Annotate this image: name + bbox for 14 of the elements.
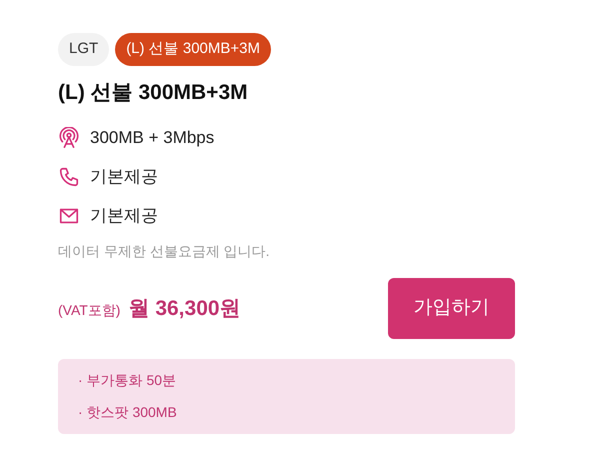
feature-text: 300MB + 3Mbps — [90, 126, 214, 149]
tag: (L) 선불 300MB+3M — [115, 33, 271, 66]
benefit-item: · 부가통화 50분 — [78, 371, 178, 390]
phone-icon — [58, 166, 80, 188]
feature-text: 기본제공 — [90, 204, 158, 227]
antenna-icon — [58, 126, 80, 148]
vat-note: (VAT포함) — [58, 300, 120, 320]
plan-description: 데이터 무제한 선불요금제 입니다. — [58, 242, 271, 261]
signup-button[interactable]: 가입하기 — [388, 278, 515, 339]
tag: LGT — [58, 33, 110, 66]
price: 월 36,300원 — [128, 296, 241, 322]
feature-text: 기본제공 — [90, 166, 158, 188]
plan-title: (L) 선불 300MB+3M — [58, 80, 249, 106]
benefit-item: · 핫스팟 300MB — [78, 403, 178, 422]
